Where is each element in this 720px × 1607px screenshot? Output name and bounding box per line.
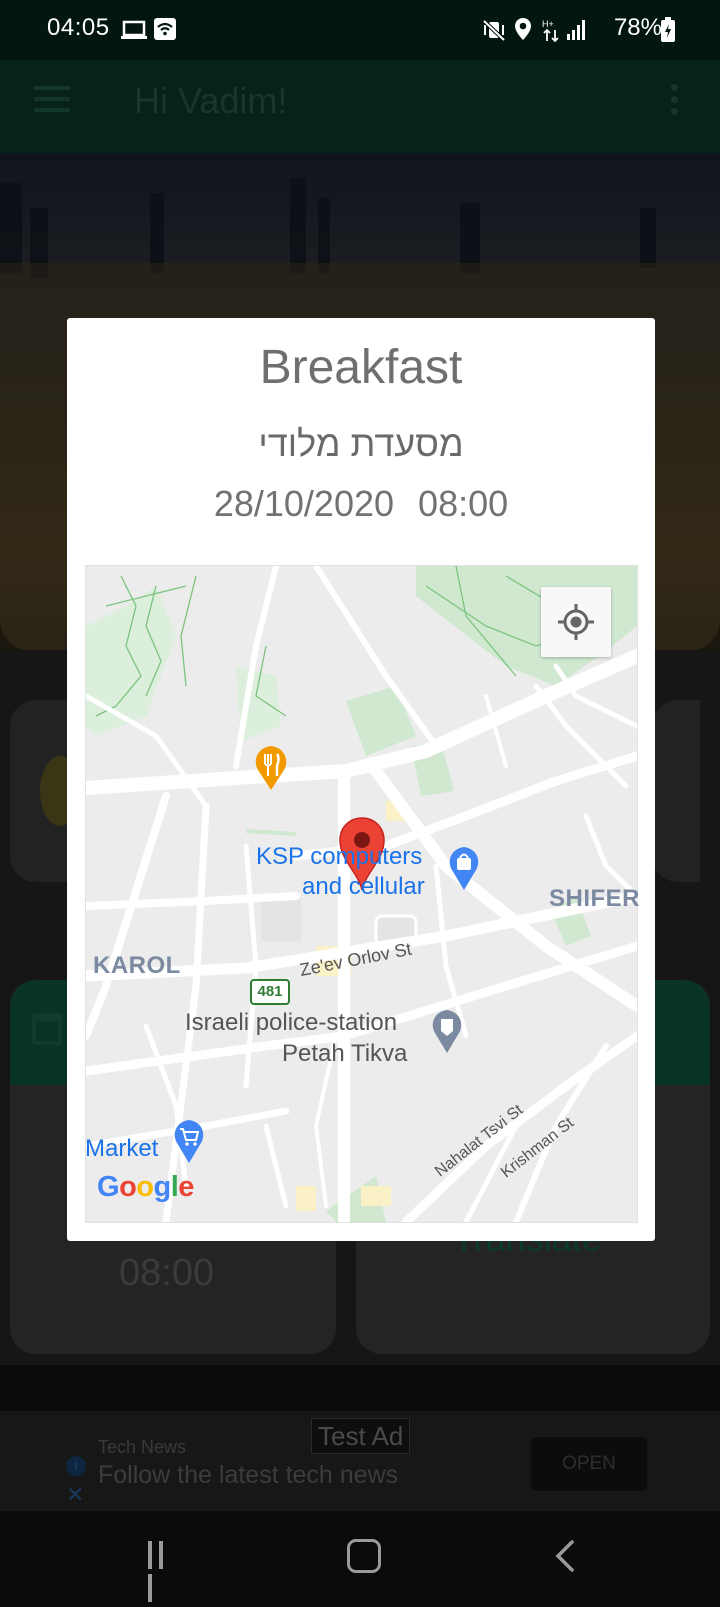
background-time-text: 08:00 <box>119 1252 215 1294</box>
calendar-icon <box>32 1013 62 1045</box>
market-marker-icon[interactable] <box>172 1119 206 1165</box>
map-label-neighborhood-karol: KAROL <box>93 952 181 979</box>
background-card-right <box>652 700 700 882</box>
back-icon[interactable] <box>552 1540 578 1572</box>
app-bar <box>0 60 720 153</box>
map-label-police-2: Petah Tikva <box>282 1040 408 1067</box>
crosshair-icon <box>558 604 594 640</box>
map-label-market: Market <box>85 1135 159 1162</box>
signal-icon <box>567 20 585 40</box>
map-label-neighborhood-shifer: SHIFER <box>549 885 641 912</box>
restaurant-marker-icon[interactable] <box>253 744 289 792</box>
dialog-location-name: מסעדת מלודי <box>258 423 464 464</box>
overflow-menu-icon[interactable] <box>671 84 679 120</box>
ad-open-button[interactable]: OPEN <box>531 1437 647 1491</box>
home-icon[interactable] <box>347 1539 381 1573</box>
map-label-ksp: KSP computers <box>256 843 423 870</box>
location-status-icon <box>515 18 531 40</box>
greeting-title: Hi Vadim! <box>134 80 288 121</box>
dialog-time: 08:00 <box>418 483 509 524</box>
route-shield: 481 <box>250 979 290 1005</box>
vibrate-mute-icon <box>482 19 506 41</box>
wifi-icon <box>154 18 176 40</box>
test-ad-label: Test Ad <box>311 1418 411 1454</box>
status-bar: 04:05 H+ 78% <box>0 0 720 60</box>
ad-source: Tech News <box>98 1437 187 1457</box>
my-location-button[interactable] <box>541 587 611 657</box>
ad-info-icon[interactable]: i <box>66 1456 86 1476</box>
svg-text:H+: H+ <box>542 19 554 29</box>
recent-apps-icon[interactable] <box>148 1541 178 1602</box>
battery-percent: 78% <box>613 14 662 41</box>
laptop-icon <box>121 20 147 39</box>
dialog-datetime: 28/10/2020 08:00 <box>67 483 655 525</box>
shopping-marker-icon[interactable] <box>447 846 481 892</box>
hamburger-menu-icon[interactable] <box>34 86 70 112</box>
police-marker-icon[interactable] <box>430 1009 464 1055</box>
status-time: 04:05 <box>47 14 110 41</box>
ad-headline[interactable]: Follow the latest tech news <box>98 1461 398 1490</box>
data-transfer-icon: H+ <box>542 19 559 42</box>
battery-charging-icon <box>661 17 675 42</box>
map-label-police: Israeli police-station <box>185 1009 398 1036</box>
map-label-ksp-2: and cellular <box>302 873 425 900</box>
dialog-date: 28/10/2020 <box>213 483 395 524</box>
ad-close-icon[interactable]: ✕ <box>66 1482 84 1508</box>
google-logo: Google <box>97 1171 194 1203</box>
dialog-title: Breakfast <box>259 341 463 394</box>
